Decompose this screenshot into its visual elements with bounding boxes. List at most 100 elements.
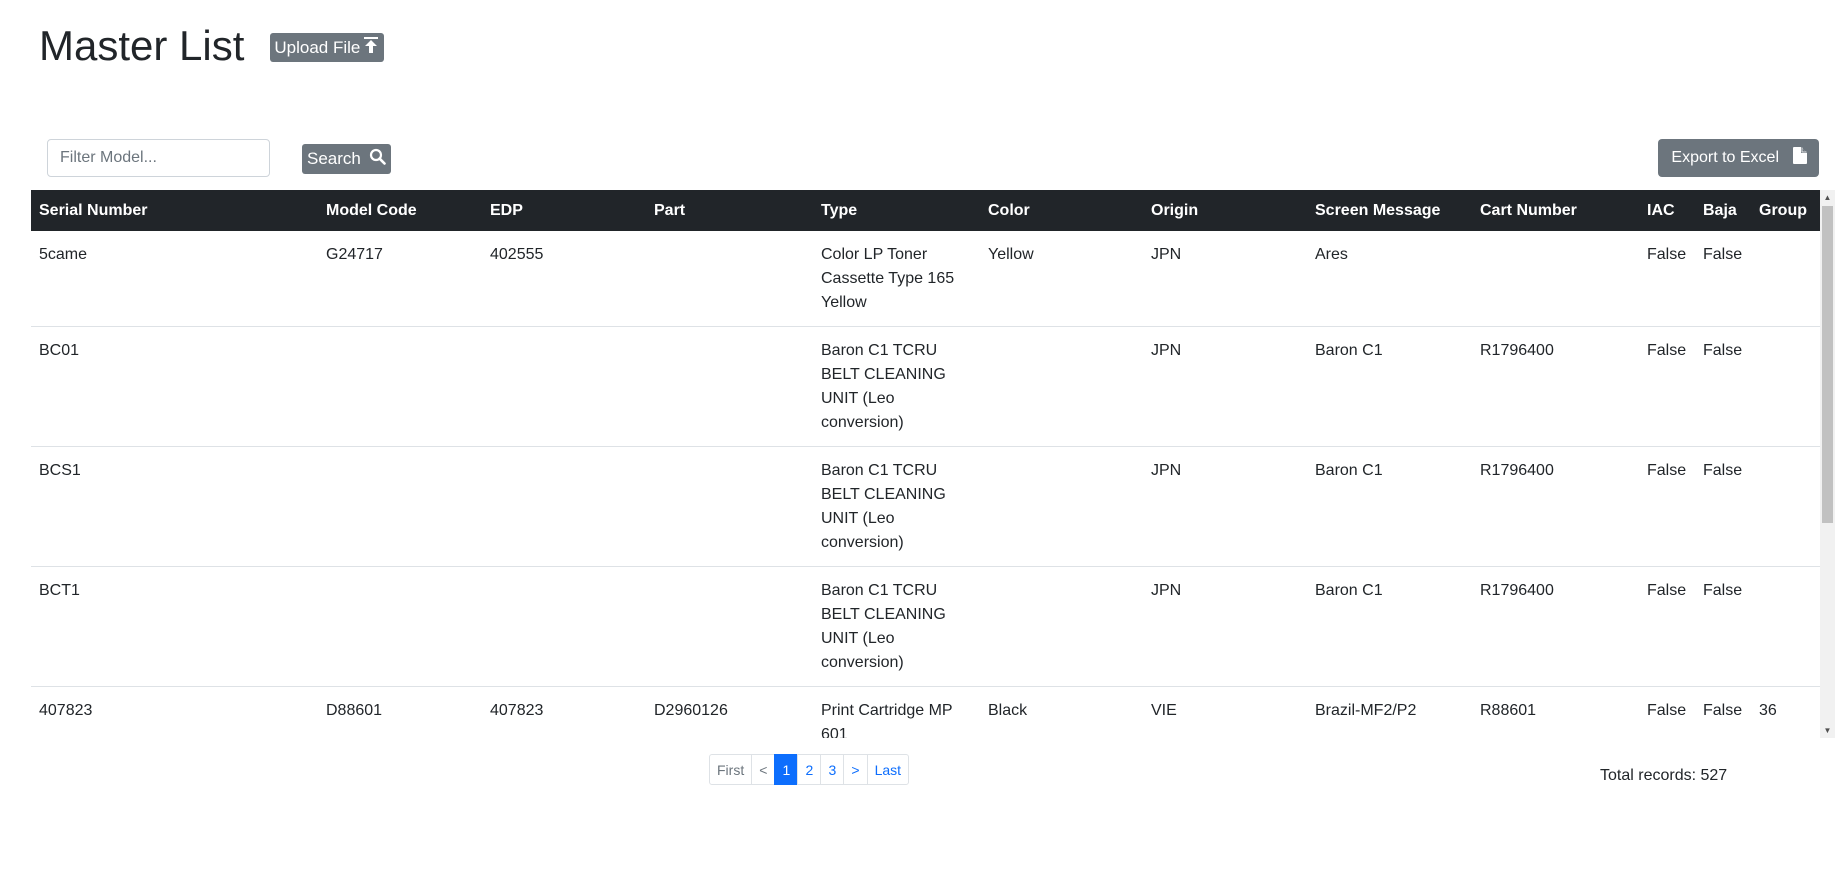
- cell-model-code: G24717: [318, 231, 482, 327]
- cell-iac: False: [1639, 566, 1695, 687]
- page-prev-button[interactable]: <: [751, 754, 776, 785]
- column-header-type[interactable]: Type: [813, 190, 980, 231]
- export-to-excel-button[interactable]: Export to Excel: [1658, 139, 1819, 177]
- column-header-baja[interactable]: Baja: [1695, 190, 1751, 231]
- cell-serial-number: BCT1: [31, 566, 318, 687]
- cell-type: Baron C1 TCRU BELT CLEANING UNIT (Leo co…: [813, 326, 980, 447]
- table-header-row: Serial Number Model Code EDP Part Type C…: [31, 190, 1820, 231]
- cell-iac: False: [1639, 326, 1695, 447]
- cell-baja: False: [1695, 566, 1751, 687]
- table-row[interactable]: BC01 Baron C1 TCRU BELT CLEANING UNIT (Le…: [31, 326, 1820, 447]
- cell-part: [646, 231, 813, 327]
- cell-origin: JPN: [1143, 326, 1307, 447]
- page-3-button[interactable]: 3: [820, 754, 845, 785]
- cell-group: [1751, 326, 1820, 447]
- cell-screen-message: Brazil-MF2/P2: [1307, 686, 1472, 738]
- cell-edp: [482, 326, 646, 447]
- page-header: Master List Upload File: [39, 22, 385, 70]
- cell-cart-number: R1796400: [1472, 326, 1639, 447]
- cell-group: 36: [1751, 686, 1820, 738]
- table-row[interactable]: 5came G24717 402555 Color LP Toner Cassette…: [31, 231, 1820, 327]
- cell-model-code: D88601: [318, 686, 482, 738]
- scrollbar-thumb[interactable]: [1822, 206, 1833, 523]
- cell-origin: JPN: [1143, 566, 1307, 687]
- cell-edp: 402555: [482, 231, 646, 327]
- search-label: Search: [307, 149, 361, 168]
- cell-edp: 407823: [482, 686, 646, 738]
- scroll-down-arrow-icon[interactable]: ▼: [1820, 723, 1835, 738]
- cell-model-code: [318, 446, 482, 567]
- cell-type: Print Cartridge MP 601: [813, 686, 980, 738]
- cell-color: Black: [980, 686, 1143, 738]
- page-2-button[interactable]: 2: [797, 754, 822, 785]
- cell-model-code: [318, 566, 482, 687]
- column-header-group[interactable]: Group: [1751, 190, 1820, 231]
- search-button[interactable]: Search: [302, 144, 391, 174]
- cell-color: [980, 566, 1143, 687]
- filter-model-input[interactable]: [47, 139, 270, 177]
- column-header-edp[interactable]: EDP: [482, 190, 646, 231]
- cell-group: [1751, 231, 1820, 327]
- cell-group: [1751, 446, 1820, 567]
- upload-file-button[interactable]: Upload File: [270, 33, 385, 62]
- master-list-table-container[interactable]: Serial Number Model Code EDP Part Type C…: [31, 190, 1835, 738]
- cell-color: [980, 326, 1143, 447]
- cell-origin: VIE: [1143, 686, 1307, 738]
- cell-group: [1751, 566, 1820, 687]
- cell-part: [646, 566, 813, 687]
- cell-model-code: [318, 326, 482, 447]
- search-icon: [369, 148, 386, 170]
- cell-part: [646, 326, 813, 447]
- cell-cart-number: [1472, 231, 1639, 327]
- page-1-button[interactable]: 1: [774, 754, 799, 785]
- column-header-model-code[interactable]: Model Code: [318, 190, 482, 231]
- table-row[interactable]: BCS1 Baron C1 TCRU BELT CLEANING UNIT (Le…: [31, 446, 1820, 567]
- cell-part: [646, 446, 813, 567]
- scroll-up-arrow-icon[interactable]: ▲: [1820, 190, 1835, 205]
- column-header-cart-number[interactable]: Cart Number: [1472, 190, 1639, 231]
- column-header-screen-message[interactable]: Screen Message: [1307, 190, 1472, 231]
- file-icon: [1793, 147, 1807, 169]
- cell-origin: JPN: [1143, 231, 1307, 327]
- cell-baja: False: [1695, 231, 1751, 327]
- cell-serial-number: BC01: [31, 326, 318, 447]
- upload-arrow-icon: [363, 36, 379, 59]
- upload-file-label: Upload File: [274, 37, 361, 57]
- cell-screen-message: Baron C1: [1307, 566, 1472, 687]
- cell-baja: False: [1695, 326, 1751, 447]
- cell-serial-number: 5came: [31, 231, 318, 327]
- master-list-table: Serial Number Model Code EDP Part Type C…: [31, 190, 1820, 738]
- column-header-origin[interactable]: Origin: [1143, 190, 1307, 231]
- table-row[interactable]: BCT1 Baron C1 TCRU BELT CLEANING UNIT (Le…: [31, 566, 1820, 687]
- table-row[interactable]: 407823 D88601 407823 D2960126 Print Cartridg…: [31, 686, 1820, 738]
- column-header-serial-number[interactable]: Serial Number: [31, 190, 318, 231]
- cell-edp: [482, 566, 646, 687]
- cell-type: Baron C1 TCRU BELT CLEANING UNIT (Leo co…: [813, 566, 980, 687]
- cell-cart-number: R1796400: [1472, 446, 1639, 567]
- cell-type: Color LP Toner Cassette Type 165 Yellow: [813, 231, 980, 327]
- cell-color: [980, 446, 1143, 567]
- page-last-button[interactable]: Last: [866, 754, 910, 785]
- column-header-part[interactable]: Part: [646, 190, 813, 231]
- total-records: Total records: 527: [1600, 767, 1728, 784]
- cell-iac: False: [1639, 231, 1695, 327]
- cell-screen-message: Ares: [1307, 231, 1472, 327]
- cell-iac: False: [1639, 446, 1695, 567]
- cell-serial-number: 407823: [31, 686, 318, 738]
- page-first-button[interactable]: First: [709, 754, 753, 785]
- page-next-button[interactable]: >: [843, 754, 868, 785]
- page-title: Master List: [39, 22, 245, 69]
- cell-baja: False: [1695, 686, 1751, 738]
- column-header-color[interactable]: Color: [980, 190, 1143, 231]
- cell-edp: [482, 446, 646, 567]
- cell-screen-message: Baron C1: [1307, 326, 1472, 447]
- vertical-scrollbar[interactable]: ▲ ▼: [1820, 190, 1835, 738]
- cell-cart-number: R88601: [1472, 686, 1639, 738]
- cell-iac: False: [1639, 686, 1695, 738]
- table-body: 5came G24717 402555 Color LP Toner Cassette…: [31, 231, 1820, 738]
- cell-origin: JPN: [1143, 446, 1307, 567]
- column-header-iac[interactable]: IAC: [1639, 190, 1695, 231]
- cell-type: Baron C1 TCRU BELT CLEANING UNIT (Leo co…: [813, 446, 980, 567]
- cell-serial-number: BCS1: [31, 446, 318, 567]
- toolbar: Search Export to Excel: [47, 139, 1819, 178]
